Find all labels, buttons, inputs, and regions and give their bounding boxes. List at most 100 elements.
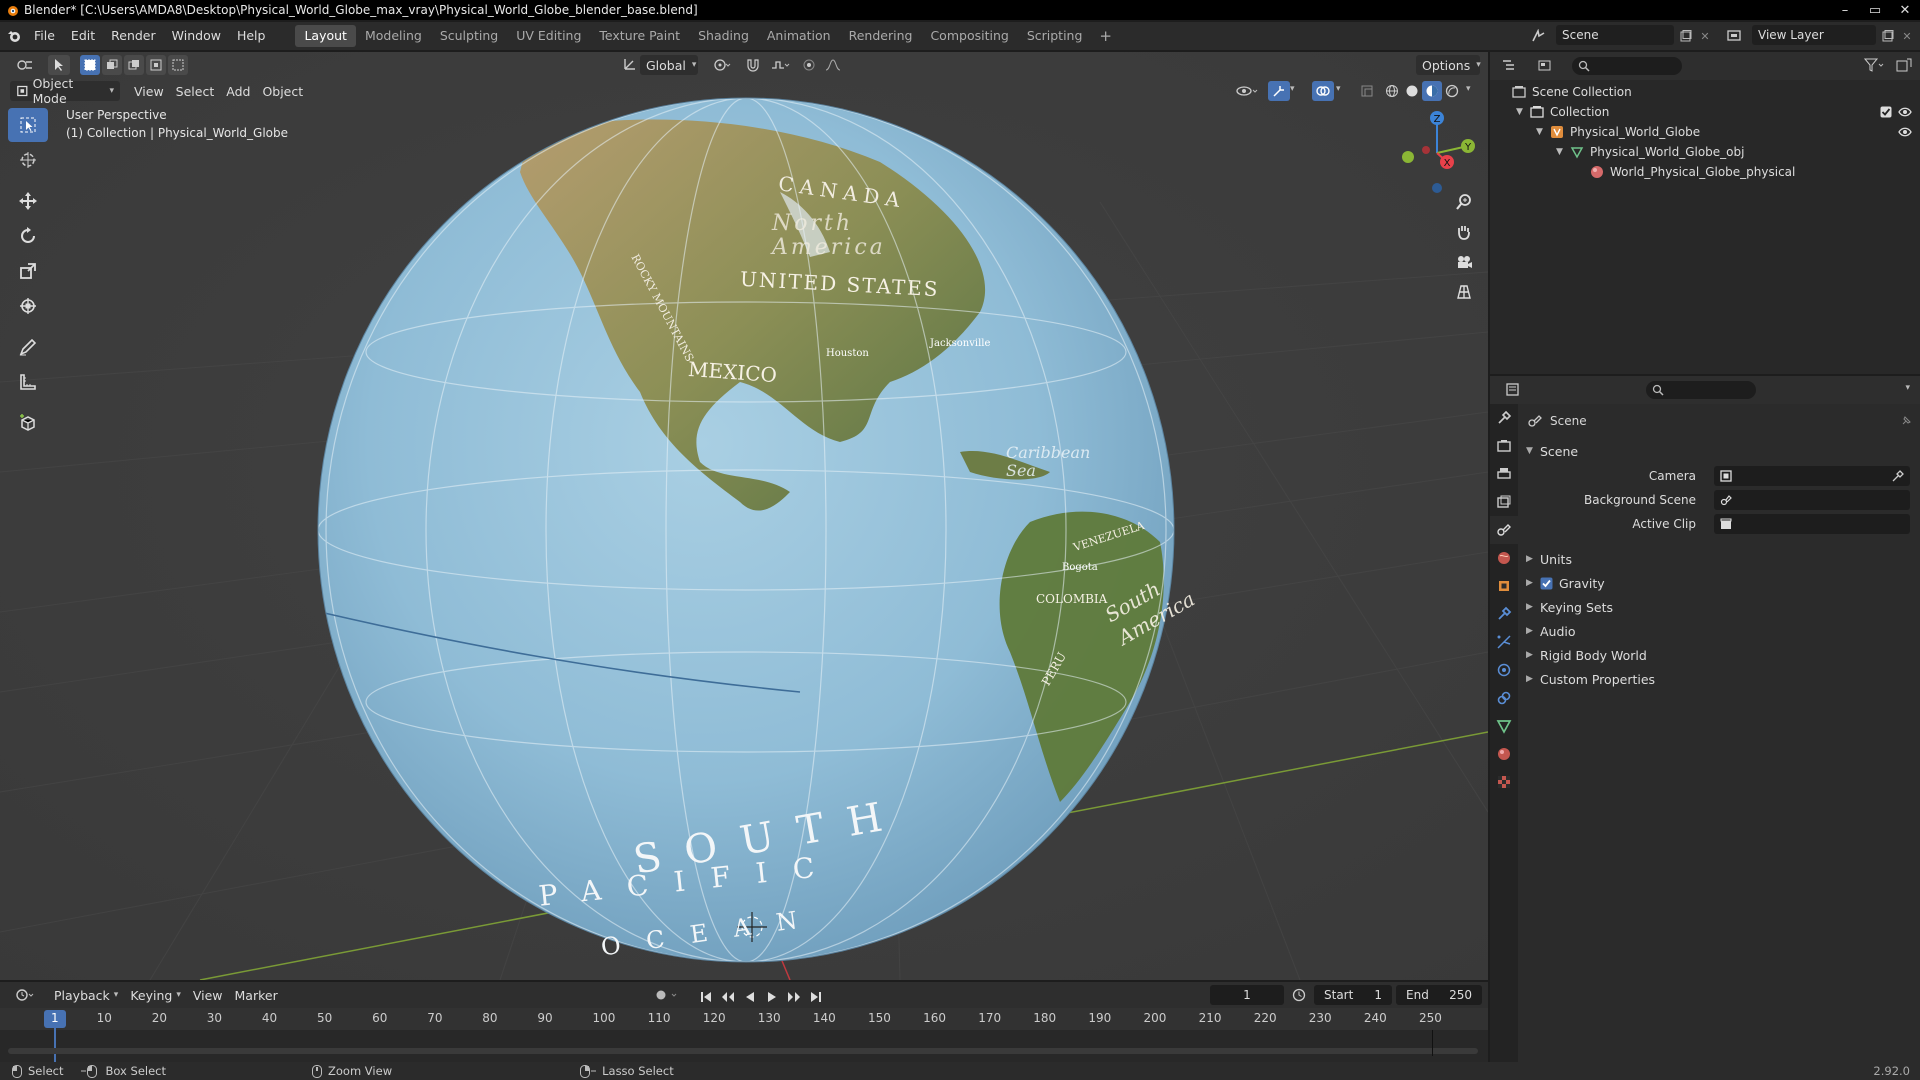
- expand-arrow-icon[interactable]: ▼: [1536, 127, 1550, 137]
- viewport-menu-add[interactable]: Add: [220, 81, 256, 101]
- viewport-menu-select[interactable]: Select: [170, 81, 221, 101]
- keying-sets-panel-header[interactable]: ▶ Keying Sets: [1526, 596, 1613, 618]
- add-cube-tool[interactable]: [8, 406, 48, 440]
- tab-modeling[interactable]: Modeling: [356, 25, 431, 47]
- transform-orientation-dropdown[interactable]: Global ▾: [640, 55, 698, 75]
- tab-scripting[interactable]: Scripting: [1018, 25, 1092, 47]
- select-box-tool[interactable]: [8, 108, 48, 142]
- move-tool[interactable]: [8, 184, 48, 218]
- timeline-menu-playback[interactable]: Playback ▾: [48, 985, 124, 1005]
- overlays-dropdown-icon[interactable]: ▾: [1336, 84, 1341, 94]
- editor-type-icon[interactable]: [10, 55, 40, 75]
- properties-editor-type-icon[interactable]: [1500, 380, 1530, 400]
- tab-object[interactable]: [1490, 572, 1518, 600]
- select-difference-icon[interactable]: [146, 55, 166, 75]
- overlays-toggle-icon[interactable]: [1312, 81, 1334, 101]
- scale-tool[interactable]: [8, 254, 48, 288]
- view-layer-icon[interactable]: [1722, 27, 1748, 45]
- tab-particles[interactable]: [1490, 628, 1518, 656]
- viewport-menu-view[interactable]: View: [128, 81, 170, 101]
- tab-physics[interactable]: [1490, 656, 1518, 684]
- proportional-editing-icon[interactable]: [798, 55, 820, 75]
- shading-dropdown-icon[interactable]: ▾: [1466, 84, 1471, 94]
- perspective-toggle-button[interactable]: [1450, 278, 1478, 306]
- measure-tool[interactable]: [8, 365, 48, 399]
- annotate-tool[interactable]: [8, 330, 48, 364]
- timeline-ruler[interactable]: 1 10 20 30 40 50 60 70 80 90 100 110 120 130 140 150 160…: [0, 1008, 1488, 1062]
- rotate-tool[interactable]: [8, 219, 48, 253]
- background-scene-field[interactable]: [1714, 490, 1910, 510]
- snap-icon[interactable]: [742, 55, 764, 75]
- play-icon[interactable]: [762, 987, 782, 1007]
- tab-world[interactable]: [1490, 544, 1518, 572]
- outliner-editor-type-icon[interactable]: [1496, 56, 1526, 76]
- add-workspace-button[interactable]: +: [1091, 27, 1120, 45]
- gizmo-toggle-icon[interactable]: [1268, 81, 1290, 101]
- checkbox-checked-icon[interactable]: [1880, 106, 1892, 118]
- transform-tool[interactable]: [8, 289, 48, 323]
- scene-selector[interactable]: Scene: [1556, 25, 1674, 45]
- tab-material[interactable]: [1490, 740, 1518, 768]
- auto-keying-icon[interactable]: [654, 988, 680, 1005]
- select-tool-icon[interactable]: [48, 55, 70, 75]
- shading-wireframe-icon[interactable]: [1382, 81, 1402, 101]
- tab-texture-paint[interactable]: Texture Paint: [590, 25, 689, 47]
- jump-keyframe-forward-icon[interactable]: [784, 987, 804, 1007]
- new-scene-icon[interactable]: [1676, 27, 1696, 45]
- cursor-tool[interactable]: [8, 143, 48, 177]
- eye-visible-icon[interactable]: [1898, 106, 1912, 118]
- expand-arrow-icon[interactable]: ▼: [1556, 147, 1570, 157]
- shading-material-icon[interactable]: [1422, 81, 1442, 101]
- tab-compositing[interactable]: Compositing: [921, 25, 1017, 47]
- timeline-scrollbar[interactable]: [8, 1048, 1478, 1054]
- camera-field[interactable]: [1714, 466, 1910, 486]
- filter-icon[interactable]: [1863, 58, 1886, 75]
- outliner-row-globe-empty[interactable]: ▼ Physical_World_Globe: [1490, 122, 1920, 142]
- delete-scene-icon[interactable]: ✕: [1696, 27, 1714, 45]
- menu-window[interactable]: Window: [166, 25, 231, 47]
- jump-keyframe-back-icon[interactable]: [718, 987, 738, 1007]
- outliner-row-collection[interactable]: ▼ Collection: [1490, 102, 1920, 122]
- jump-start-icon[interactable]: [696, 987, 716, 1007]
- tab-layout[interactable]: Layout: [295, 25, 356, 47]
- display-mode-icon[interactable]: [1532, 56, 1562, 76]
- menu-file[interactable]: File: [28, 25, 65, 47]
- end-frame-field[interactable]: End 250: [1396, 985, 1482, 1005]
- navigation-gizmo[interactable]: Z Y X: [1392, 108, 1482, 198]
- timeline-menu-marker[interactable]: Marker: [229, 985, 284, 1005]
- timeline-menu-keying[interactable]: Keying ▾: [124, 985, 187, 1005]
- units-panel-header[interactable]: ▶ Units: [1526, 548, 1572, 570]
- blender-menu-icon[interactable]: [0, 23, 28, 49]
- menu-render[interactable]: Render: [105, 25, 166, 47]
- select-intersect-icon[interactable]: [168, 55, 188, 75]
- tab-shading[interactable]: Shading: [689, 25, 758, 47]
- outliner-search[interactable]: [1572, 57, 1682, 75]
- select-new-icon[interactable]: [80, 55, 100, 75]
- tab-render[interactable]: [1490, 432, 1518, 460]
- timeline-editor-type-icon[interactable]: [10, 985, 40, 1005]
- audio-panel-header[interactable]: ▶ Audio: [1526, 620, 1576, 642]
- tab-data[interactable]: [1490, 712, 1518, 740]
- jump-end-icon[interactable]: [806, 987, 826, 1007]
- select-subtract-icon[interactable]: [124, 55, 144, 75]
- zoom-view-button[interactable]: [1450, 188, 1478, 216]
- viewport-menu-object[interactable]: Object: [256, 81, 309, 101]
- snap-target-icon[interactable]: [764, 55, 796, 75]
- chevron-down-icon[interactable]: ▾: [1905, 383, 1910, 393]
- eyedropper-icon[interactable]: [1892, 470, 1904, 482]
- gizmo-dropdown-icon[interactable]: ▾: [1290, 84, 1295, 94]
- 3d-viewport[interactable]: CANADA North America UNITED STATES MEXIC…: [0, 52, 1488, 980]
- proportional-falloff-icon[interactable]: [820, 55, 848, 75]
- menu-help[interactable]: Help: [231, 25, 276, 47]
- tab-rendering[interactable]: Rendering: [840, 25, 922, 47]
- outliner-row-globe-material[interactable]: World_Physical_Globe_physical: [1490, 162, 1920, 182]
- view-layer-selector[interactable]: View Layer: [1752, 25, 1876, 45]
- outliner-row-scene-collection[interactable]: Scene Collection: [1490, 82, 1920, 102]
- timeline-menu-view[interactable]: View: [187, 985, 229, 1005]
- shading-rendered-icon[interactable]: [1442, 81, 1462, 101]
- options-dropdown[interactable]: Options ▾: [1416, 55, 1481, 75]
- tab-texture[interactable]: [1490, 768, 1518, 796]
- select-extend-icon[interactable]: [102, 55, 122, 75]
- delete-view-layer-icon[interactable]: ✕: [1898, 27, 1916, 45]
- pivot-point-icon[interactable]: [706, 55, 738, 75]
